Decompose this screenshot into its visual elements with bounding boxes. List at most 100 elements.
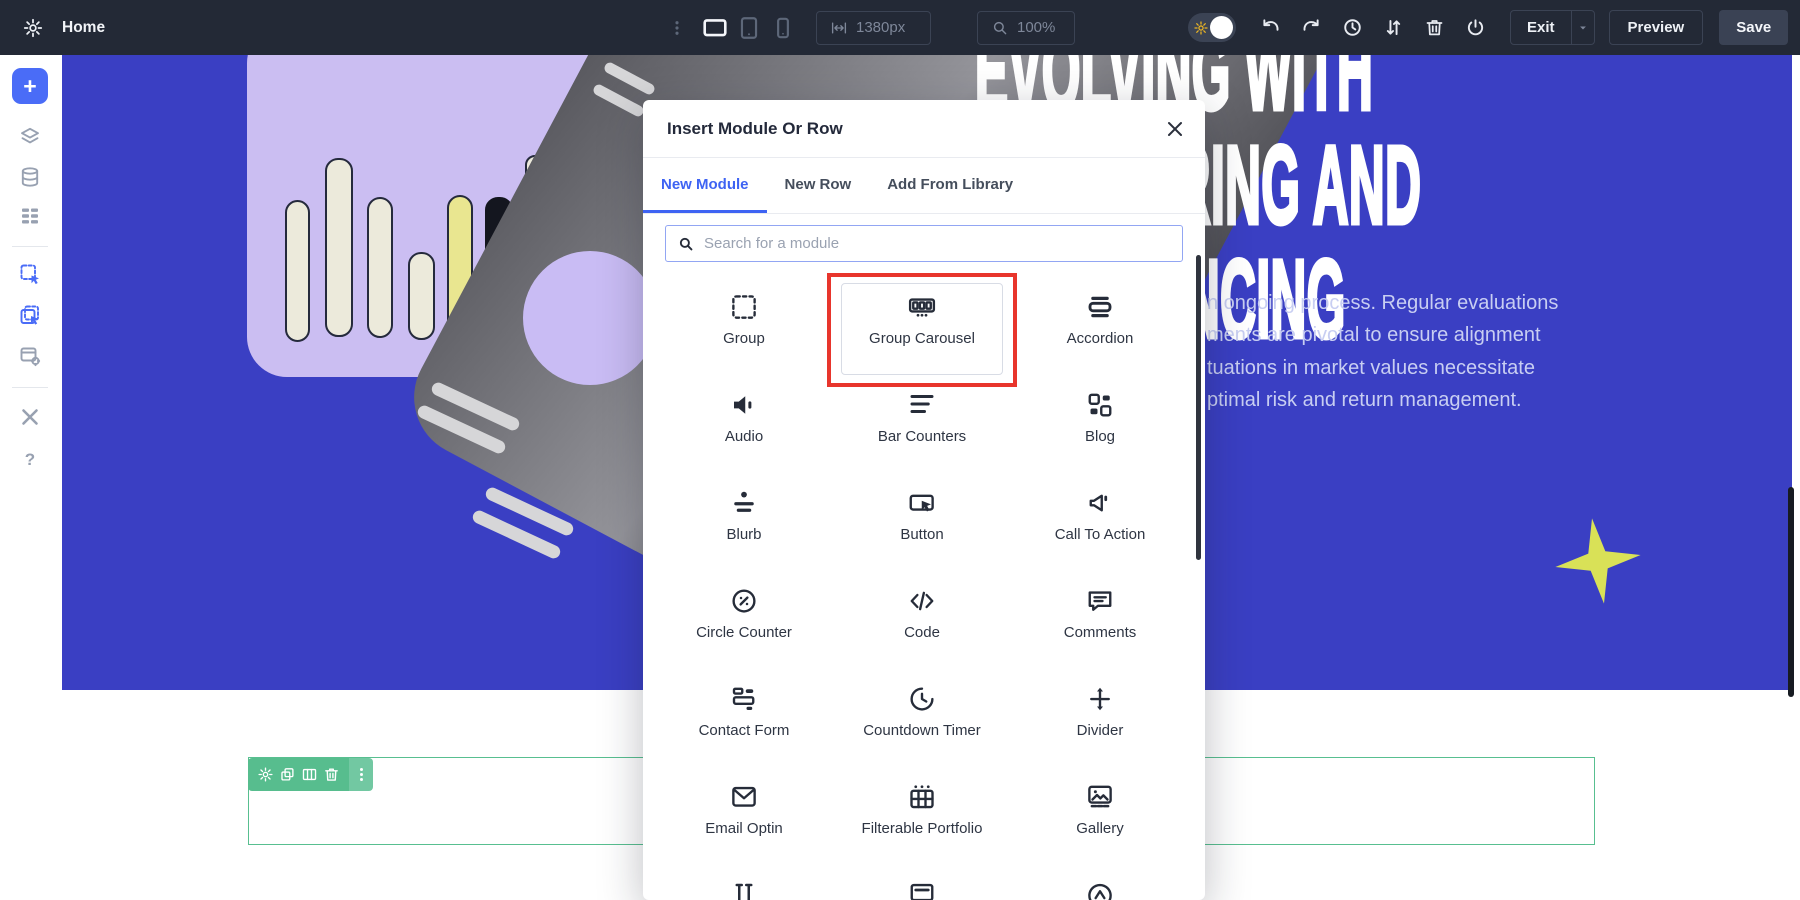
hero-paragraph[interactable]: n ongoing process. Regular evaluations m… xyxy=(1207,287,1657,416)
builder-sidebar: + ? xyxy=(0,55,60,900)
canvas-width-control[interactable]: 1380px xyxy=(816,11,931,45)
power-icon[interactable] xyxy=(1465,17,1486,38)
canvas-zoom-control[interactable]: 100% xyxy=(977,11,1075,45)
module-item-partial-circle[interactable] xyxy=(1011,868,1189,900)
row-delete-icon[interactable] xyxy=(323,766,340,783)
module-label: Blurb xyxy=(726,526,761,543)
preview-button[interactable]: Preview xyxy=(1609,10,1704,45)
sort-arrows-icon[interactable] xyxy=(1383,17,1404,38)
tools-icon[interactable] xyxy=(18,405,42,429)
module-item-group-carousel[interactable]: Group Carousel xyxy=(833,280,1011,378)
paragraph-line: ptimal risk and return management. xyxy=(1207,384,1657,416)
module-item-blog[interactable]: Blog xyxy=(1011,378,1189,476)
module-label: Group xyxy=(723,330,765,347)
row-settings-icon[interactable] xyxy=(257,766,274,783)
page-scrollbar[interactable] xyxy=(1788,487,1794,697)
page-title: Home xyxy=(62,19,105,37)
module-item-comments[interactable]: Comments xyxy=(1011,574,1189,672)
code-icon xyxy=(907,586,937,616)
module-label: Countdown Timer xyxy=(863,722,981,739)
module-item-audio[interactable]: Audio xyxy=(655,378,833,476)
blog-icon xyxy=(1085,390,1115,420)
layers-icon[interactable] xyxy=(18,125,42,149)
module-item-button[interactable]: Button xyxy=(833,476,1011,574)
purple-circle-illustration xyxy=(523,251,657,385)
partial-circle-icon xyxy=(1085,880,1115,900)
select-elements-icon[interactable] xyxy=(18,303,42,327)
exit-label: Exit xyxy=(1511,19,1571,36)
module-item-contact-form[interactable]: Contact Form xyxy=(655,672,833,770)
module-item-divider[interactable]: Divider xyxy=(1011,672,1189,770)
module-settings-icon[interactable] xyxy=(18,344,42,368)
module-label: Filterable Portfolio xyxy=(862,820,983,837)
comments-icon xyxy=(1085,586,1115,616)
row-more-icon[interactable] xyxy=(353,766,370,783)
module-item-partial-box[interactable] xyxy=(833,868,1011,900)
page: Home 1380px 100% xyxy=(0,0,1800,900)
button-icon xyxy=(907,488,937,518)
module-item-accordion[interactable]: Accordion xyxy=(1011,280,1189,378)
desktop-view-icon[interactable] xyxy=(702,15,728,41)
toggle-knob xyxy=(1210,16,1233,39)
module-label: Gallery xyxy=(1076,820,1124,837)
module-label: Blog xyxy=(1085,428,1115,445)
row-columns-icon[interactable] xyxy=(301,766,318,783)
save-label: Save xyxy=(1736,19,1771,36)
module-item-bar-counters[interactable]: Bar Counters xyxy=(833,378,1011,476)
save-button[interactable]: Save xyxy=(1719,10,1788,45)
history-icon[interactable] xyxy=(1342,17,1363,38)
undo-icon[interactable] xyxy=(1260,17,1281,38)
trash-icon[interactable] xyxy=(1424,17,1445,38)
chart-bar xyxy=(285,200,310,342)
group-icon xyxy=(729,292,759,322)
module-item-circle-counter[interactable]: Circle Counter xyxy=(655,574,833,672)
help-icon[interactable]: ? xyxy=(21,450,39,470)
redo-icon[interactable] xyxy=(1301,17,1322,38)
bar-counters-icon xyxy=(907,390,937,420)
tab-new-module[interactable]: New Module xyxy=(643,158,767,213)
email-optin-icon xyxy=(729,782,759,812)
canvas-width-value: 1380px xyxy=(856,19,905,36)
exit-caret-icon[interactable] xyxy=(1572,21,1594,35)
sidebar-divider xyxy=(12,387,48,388)
filterable-portfolio-icon xyxy=(907,782,937,812)
zoom-magnifier-icon xyxy=(991,19,1009,37)
select-element-icon[interactable] xyxy=(18,262,42,286)
module-label: Group Carousel xyxy=(869,330,975,347)
row-duplicate-icon[interactable] xyxy=(279,766,296,783)
page-settings-icon[interactable] xyxy=(22,17,44,39)
exit-button[interactable]: Exit xyxy=(1510,10,1595,45)
database-icon[interactable] xyxy=(18,165,42,189)
wireframe-view-icon[interactable] xyxy=(18,204,42,228)
tablet-view-icon[interactable] xyxy=(736,15,762,41)
module-item-partial-heading[interactable] xyxy=(655,868,833,900)
partial-box-icon xyxy=(907,880,937,900)
countdown-timer-icon xyxy=(907,684,937,714)
toolbar-more-icon[interactable] xyxy=(668,19,686,37)
contact-form-icon xyxy=(729,684,759,714)
module-item-gallery[interactable]: Gallery xyxy=(1011,770,1189,868)
add-module-button[interactable]: + xyxy=(12,68,48,104)
module-item-blurb[interactable]: Blurb xyxy=(655,476,833,574)
close-icon[interactable] xyxy=(1163,117,1187,141)
module-item-call-to-action[interactable]: Call To Action xyxy=(1011,476,1189,574)
module-item-email-optin[interactable]: Email Optin xyxy=(655,770,833,868)
module-search[interactable] xyxy=(665,225,1183,262)
module-label: Divider xyxy=(1077,722,1124,739)
builder-settings-toggle[interactable] xyxy=(1188,13,1236,42)
module-item-filterable-portfolio[interactable]: Filterable Portfolio xyxy=(833,770,1011,868)
sidebar-divider xyxy=(12,246,48,247)
module-item-countdown-timer[interactable]: Countdown Timer xyxy=(833,672,1011,770)
tab-add-from-library[interactable]: Add From Library xyxy=(869,158,1031,213)
modal-scrollbar[interactable] xyxy=(1196,255,1201,560)
module-item-group[interactable]: Group xyxy=(655,280,833,378)
paragraph-line: ments are pivotal to ensure alignment xyxy=(1207,319,1657,351)
module-item-code[interactable]: Code xyxy=(833,574,1011,672)
phone-view-icon[interactable] xyxy=(770,15,796,41)
row-controls-toolbar xyxy=(248,758,373,791)
paragraph-line: n ongoing process. Regular evaluations xyxy=(1207,287,1657,319)
partial-heading-icon xyxy=(729,880,759,900)
tab-new-row[interactable]: New Row xyxy=(767,158,870,213)
chart-bar xyxy=(367,197,393,338)
search-input[interactable] xyxy=(704,235,1171,252)
